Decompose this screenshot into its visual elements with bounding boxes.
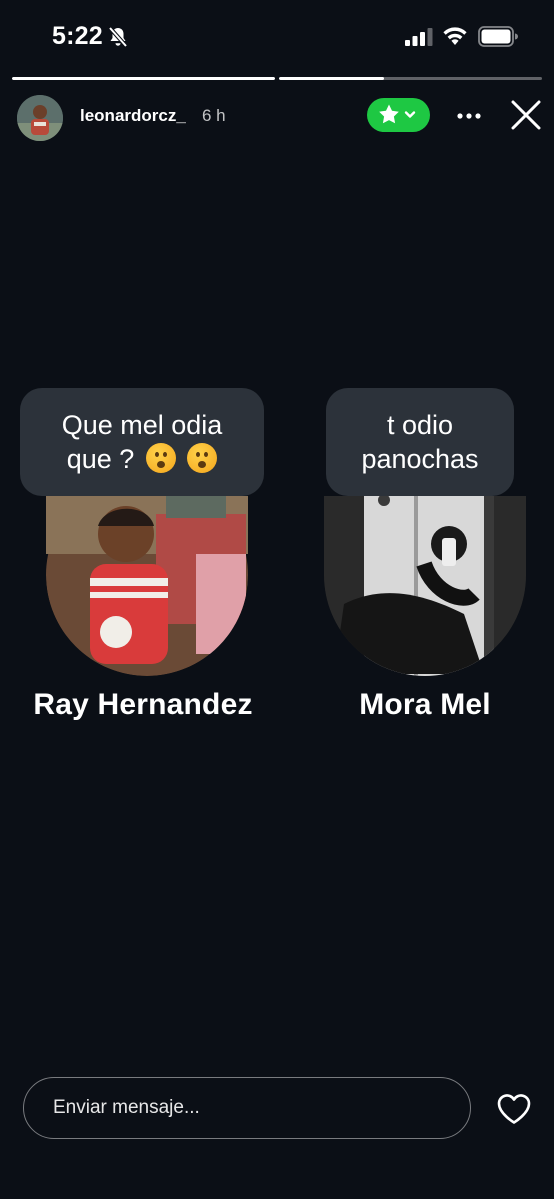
more-options-button[interactable] — [452, 102, 486, 130]
note-line-2: panochas — [361, 444, 479, 474]
note-line-1: Que mel odia — [61, 410, 223, 440]
progress-segment — [279, 77, 542, 80]
note-line-1: t odio — [386, 410, 454, 440]
bell-slash-icon — [108, 26, 128, 48]
profile-photo[interactable] — [46, 496, 248, 676]
message-input[interactable] — [23, 1077, 471, 1139]
story-progress — [12, 77, 542, 81]
avatar[interactable] — [17, 95, 63, 141]
story-viewer: 5:22 leonardorcz_ 6 h Que mel odia que ?… — [0, 0, 554, 1199]
star-icon — [379, 104, 416, 124]
username[interactable]: leonardorcz_ — [80, 106, 186, 126]
story-header: leonardorcz_ 6 h — [0, 88, 554, 144]
close-button[interactable] — [509, 98, 543, 132]
profile-photo[interactable] — [324, 496, 526, 676]
status-time: 5:22 — [52, 22, 103, 50]
profile-photo-image — [46, 496, 248, 676]
signal-icon — [405, 28, 433, 46]
status-bar: 5:22 — [0, 0, 554, 72]
friend-name: Mora Mel — [359, 688, 491, 721]
frowning-face-emoji — [187, 443, 218, 473]
close-icon — [511, 100, 541, 130]
more-dots-icon — [457, 113, 481, 119]
heart-icon — [497, 1094, 531, 1124]
profile-photo-image — [324, 496, 526, 676]
avatar-image — [17, 95, 63, 141]
battery-icon — [478, 26, 518, 47]
note-line-2: que ? — [66, 444, 135, 474]
close-friends-badge[interactable] — [367, 98, 430, 132]
progress-segment — [12, 77, 275, 80]
like-button[interactable] — [495, 1092, 533, 1126]
note-line-2-wrap: que ? — [30, 442, 254, 476]
note-bubble: t odio panochas — [326, 388, 514, 516]
post-time: 6 h — [202, 106, 226, 125]
wifi-icon — [443, 27, 467, 45]
friend-name: Ray Hernandez — [33, 688, 253, 721]
progress-fill — [12, 77, 275, 80]
note-bubble: Que mel odia que ? — [20, 388, 264, 516]
progress-fill — [279, 77, 385, 80]
frowning-face-emoji — [145, 443, 176, 473]
